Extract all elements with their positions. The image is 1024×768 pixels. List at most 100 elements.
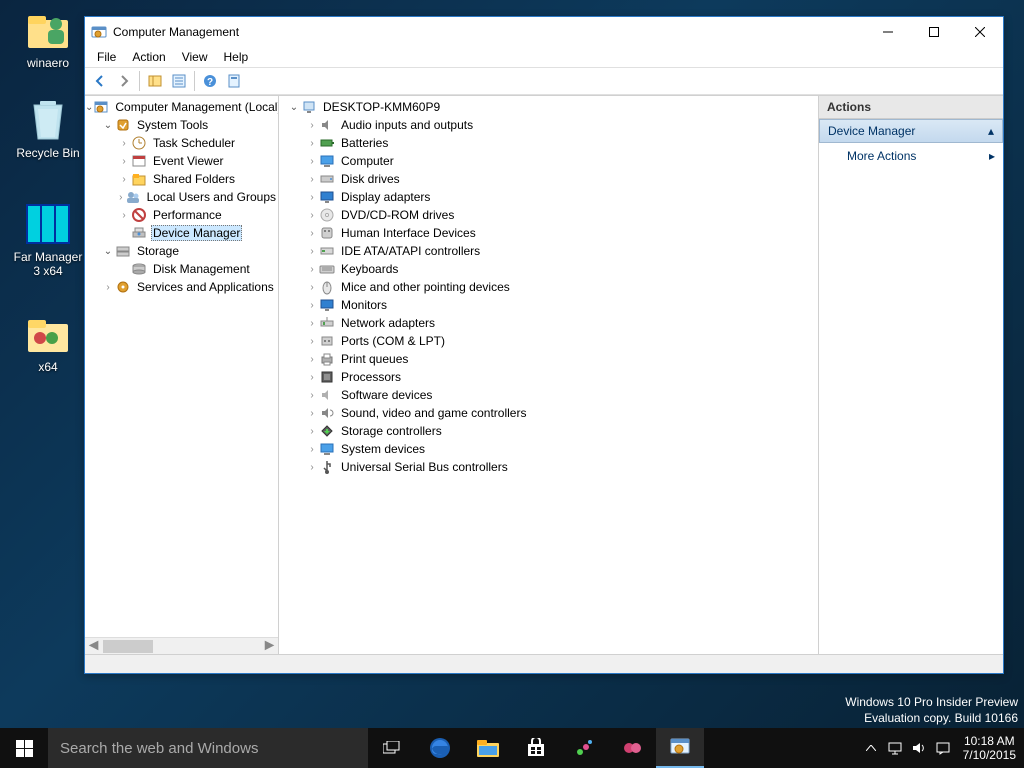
device-diskdrive[interactable]: ›Disk drives — [279, 170, 818, 188]
device-mouse[interactable]: ›Mice and other pointing devices — [279, 278, 818, 296]
menu-view[interactable]: View — [174, 48, 216, 66]
chevron-icon[interactable]: › — [117, 174, 131, 185]
chevron-icon[interactable]: › — [305, 228, 319, 239]
desktop-icon-recycle-bin[interactable]: Recycle Bin — [10, 96, 86, 160]
tree-perf[interactable]: ›Performance — [85, 206, 278, 224]
chevron-icon[interactable]: ⌄ — [85, 102, 93, 113]
maximize-button[interactable] — [911, 17, 957, 47]
chevron-icon[interactable]: › — [305, 426, 319, 437]
taskbar-explorer[interactable] — [464, 728, 512, 768]
menu-help[interactable]: Help — [216, 48, 257, 66]
tree-hscrollbar[interactable]: ◄ ► — [85, 637, 278, 654]
device-system[interactable]: ›System devices — [279, 440, 818, 458]
refresh-button[interactable] — [223, 70, 245, 92]
device-keyboard[interactable]: ›Keyboards — [279, 260, 818, 278]
menu-action[interactable]: Action — [124, 48, 173, 66]
chevron-icon[interactable]: › — [117, 156, 131, 167]
chevron-icon[interactable]: › — [305, 300, 319, 311]
chevron-icon[interactable]: › — [305, 174, 319, 185]
desktop-icon-x64[interactable]: x64 — [10, 310, 86, 374]
device-software[interactable]: ›Software devices — [279, 386, 818, 404]
chevron-icon[interactable]: › — [117, 138, 131, 149]
chevron-icon[interactable]: › — [305, 246, 319, 257]
chevron-icon[interactable]: › — [305, 282, 319, 293]
taskbar-edge[interactable] — [416, 728, 464, 768]
chevron-icon[interactable]: › — [305, 372, 319, 383]
device-printer[interactable]: ›Print queues — [279, 350, 818, 368]
device-computer[interactable]: ›Computer — [279, 152, 818, 170]
chevron-icon[interactable]: › — [305, 318, 319, 329]
forward-button[interactable] — [113, 70, 135, 92]
scroll-thumb[interactable] — [103, 640, 153, 653]
device-ide[interactable]: ›IDE ATA/ATAPI controllers — [279, 242, 818, 260]
minimize-button[interactable] — [865, 17, 911, 47]
device-dvd[interactable]: ›DVD/CD-ROM drives — [279, 206, 818, 224]
device-hid[interactable]: ›Human Interface Devices — [279, 224, 818, 242]
tree-users[interactable]: ›Local Users and Groups — [85, 188, 278, 206]
actions-section-device-manager[interactable]: Device Manager ▴ — [819, 119, 1003, 143]
chevron-icon[interactable]: ⌄ — [101, 246, 115, 257]
chevron-icon[interactable]: › — [305, 390, 319, 401]
titlebar[interactable]: Computer Management — [85, 17, 1003, 47]
device-network[interactable]: ›Network adapters — [279, 314, 818, 332]
show-hide-button[interactable] — [144, 70, 166, 92]
tree-storage[interactable]: ⌄Storage — [85, 242, 278, 260]
chevron-icon[interactable]: › — [305, 354, 319, 365]
device-monitor[interactable]: ›Monitors — [279, 296, 818, 314]
taskbar-computer-management[interactable] — [656, 728, 704, 768]
chevron-icon[interactable]: › — [305, 408, 319, 419]
desktop-icon-far-manager[interactable]: Far Manager 3 x64 — [10, 200, 86, 278]
tree-clock[interactable]: ›Task Scheduler — [85, 134, 278, 152]
tray-network-icon[interactable] — [883, 728, 907, 768]
desktop-icon-winaero[interactable]: winaero — [10, 6, 86, 70]
menu-file[interactable]: File — [89, 48, 124, 66]
device-storage[interactable]: ›Storage controllers — [279, 422, 818, 440]
chevron-icon[interactable]: › — [117, 192, 125, 203]
device-display[interactable]: ›Display adapters — [279, 188, 818, 206]
taskbar-app2[interactable] — [608, 728, 656, 768]
device-root[interactable]: ⌄DESKTOP-KMM60P9 — [279, 98, 818, 116]
chevron-icon[interactable]: › — [305, 444, 319, 455]
device-port[interactable]: ›Ports (COM & LPT) — [279, 332, 818, 350]
chevron-icon[interactable]: › — [117, 210, 131, 221]
device-battery[interactable]: ›Batteries — [279, 134, 818, 152]
chevron-icon[interactable]: › — [305, 156, 319, 167]
chevron-icon[interactable]: › — [305, 264, 319, 275]
actions-more-actions[interactable]: More Actions ▸ — [819, 143, 1003, 169]
tray-notifications-icon[interactable] — [931, 728, 955, 768]
tray-chevron-up-icon[interactable] — [859, 728, 883, 768]
task-view-button[interactable] — [368, 728, 416, 768]
tree-services[interactable]: ›Services and Applications — [85, 278, 278, 296]
chevron-icon[interactable]: › — [305, 462, 319, 473]
scroll-left-icon[interactable]: ◄ — [85, 638, 102, 655]
device-cpu[interactable]: ›Processors — [279, 368, 818, 386]
tray-clock[interactable]: 10:18 AM 7/10/2015 — [955, 734, 1024, 762]
tray-volume-icon[interactable] — [907, 728, 931, 768]
chevron-icon[interactable]: › — [305, 336, 319, 347]
help-button[interactable]: ? — [199, 70, 221, 92]
chevron-icon[interactable]: › — [305, 210, 319, 221]
device-audio[interactable]: ›Audio inputs and outputs — [279, 116, 818, 134]
taskbar-search[interactable]: Search the web and Windows — [48, 728, 368, 768]
tree-root[interactable]: ⌄Computer Management (Local) — [85, 98, 278, 116]
taskbar-store[interactable] — [512, 728, 560, 768]
chevron-icon[interactable]: ⌄ — [101, 120, 115, 131]
chevron-icon[interactable]: ⌄ — [287, 102, 301, 113]
tree-share[interactable]: ›Shared Folders — [85, 170, 278, 188]
scroll-right-icon[interactable]: ► — [261, 638, 278, 655]
chevron-icon[interactable]: › — [305, 138, 319, 149]
chevron-icon[interactable]: › — [305, 192, 319, 203]
device-sound[interactable]: ›Sound, video and game controllers — [279, 404, 818, 422]
chevron-icon[interactable]: › — [305, 120, 319, 131]
back-button[interactable] — [89, 70, 111, 92]
tree-disk[interactable]: Disk Management — [85, 260, 278, 278]
taskbar-app1[interactable] — [560, 728, 608, 768]
close-button[interactable] — [957, 17, 1003, 47]
start-button[interactable] — [0, 728, 48, 768]
device-usb[interactable]: ›Universal Serial Bus controllers — [279, 458, 818, 476]
properties-button[interactable] — [168, 70, 190, 92]
tree-event[interactable]: ›Event Viewer — [85, 152, 278, 170]
tree-devmgr[interactable]: Device Manager — [85, 224, 278, 242]
chevron-icon[interactable]: › — [101, 282, 115, 293]
tree-system-tools[interactable]: ⌄System Tools — [85, 116, 278, 134]
